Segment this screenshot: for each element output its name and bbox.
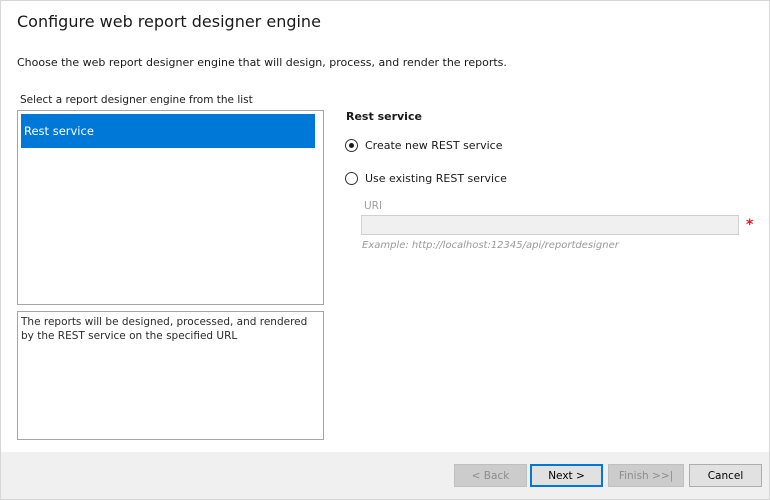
page-title: Configure web report designer engine: [17, 12, 321, 31]
required-asterisk-icon: *: [746, 217, 754, 233]
engine-list-item-rest-service[interactable]: Rest service: [21, 114, 315, 148]
wizard-dialog: Configure web report designer engine Cho…: [0, 0, 770, 500]
uri-example-hint: Example: http://localhost:12345/api/repo…: [362, 240, 619, 251]
create-new-rest-service-label[interactable]: Create new REST service: [365, 139, 502, 152]
use-existing-rest-service-option[interactable]: Use existing REST service: [345, 170, 507, 186]
finish-button[interactable]: Finish >>|: [608, 464, 684, 487]
use-existing-rest-service-label[interactable]: Use existing REST service: [365, 172, 507, 185]
uri-label: URI: [364, 200, 383, 212]
create-new-rest-service-radio[interactable]: [345, 138, 358, 152]
uri-input[interactable]: [361, 215, 739, 235]
cancel-button[interactable]: Cancel: [689, 464, 762, 487]
create-new-rest-service-option[interactable]: Create new REST service: [345, 137, 502, 153]
back-button[interactable]: < Back: [454, 464, 527, 487]
engine-description-box: The reports will be designed, processed,…: [17, 311, 324, 440]
rest-service-section-title: Rest service: [346, 110, 422, 123]
engine-list-label: Select a report designer engine from the…: [20, 94, 253, 106]
engine-description-text: The reports will be designed, processed,…: [21, 316, 308, 342]
next-button[interactable]: Next >: [530, 464, 603, 487]
use-existing-rest-service-radio[interactable]: [345, 171, 358, 185]
engine-list[interactable]: Rest service: [17, 110, 324, 305]
page-description: Choose the web report designer engine th…: [17, 56, 507, 69]
